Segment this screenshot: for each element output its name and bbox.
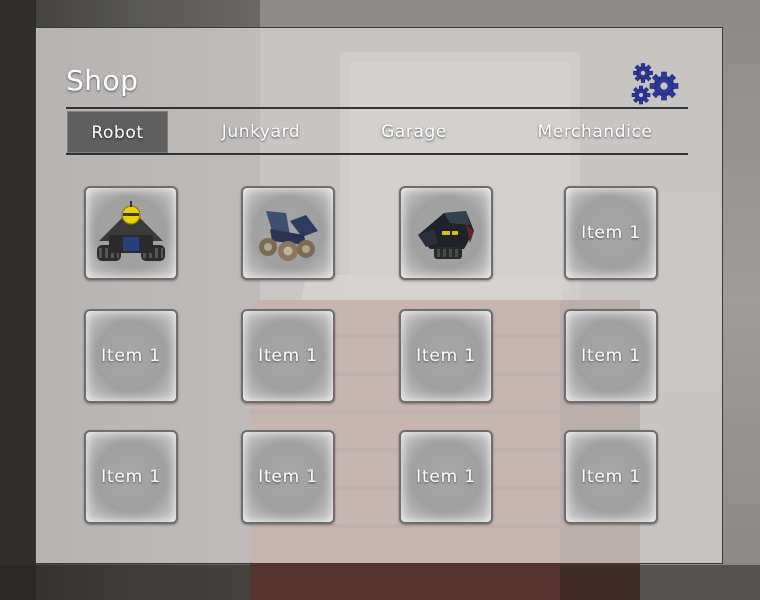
shop-item-slot[interactable]: Item 1 (399, 430, 493, 524)
tab-robot[interactable]: Robot (67, 111, 168, 153)
shop-item-label: Item 1 (258, 346, 318, 366)
shop-item-label: Item 1 (416, 346, 476, 366)
tab-merchandice[interactable]: Merchandice (514, 111, 676, 153)
tab-garage[interactable]: Garage (366, 111, 462, 153)
settings-button[interactable] (630, 62, 684, 106)
shop-title: Shop (66, 64, 139, 97)
shop-item-slot[interactable] (399, 186, 493, 280)
shop-item-label: Item 1 (581, 223, 641, 243)
shop-item-slot[interactable]: Item 1 (84, 430, 178, 524)
shop-tab-bar: Robot Junkyard Garage Merchandice (66, 107, 688, 155)
background-door (0, 0, 36, 600)
shop-item-slot[interactable]: Item 1 (564, 430, 658, 524)
shop-item-slot[interactable] (241, 186, 335, 280)
shop-item-slot[interactable]: Item 1 (241, 309, 335, 403)
shop-item-label: Item 1 (416, 467, 476, 487)
shop-item-slot[interactable]: Item 1 (241, 430, 335, 524)
shop-item-slot[interactable]: Item 1 (564, 309, 658, 403)
robot-dark-armored-icon (418, 211, 474, 259)
background-floor-strip (0, 565, 760, 600)
tab-junkyard[interactable]: Junkyard (194, 111, 328, 153)
robot-wheeled-blue-icon (259, 211, 318, 261)
shop-item-label: Item 1 (258, 467, 318, 487)
shop-item-slot[interactable] (84, 186, 178, 280)
shop-item-slot[interactable]: Item 1 (399, 309, 493, 403)
robot-tracked-yellow-head-icon (97, 201, 165, 261)
shop-item-slot[interactable]: Item 1 (564, 186, 658, 280)
shop-item-label: Item 1 (581, 467, 641, 487)
shop-item-slot[interactable]: Item 1 (84, 309, 178, 403)
shop-item-label: Item 1 (581, 346, 641, 366)
shop-item-label: Item 1 (101, 346, 161, 366)
gears-icon (631, 63, 679, 105)
shop-item-label: Item 1 (101, 467, 161, 487)
shop-panel: Shop Robot Junkyard Garage Merchandice I… (35, 27, 723, 564)
